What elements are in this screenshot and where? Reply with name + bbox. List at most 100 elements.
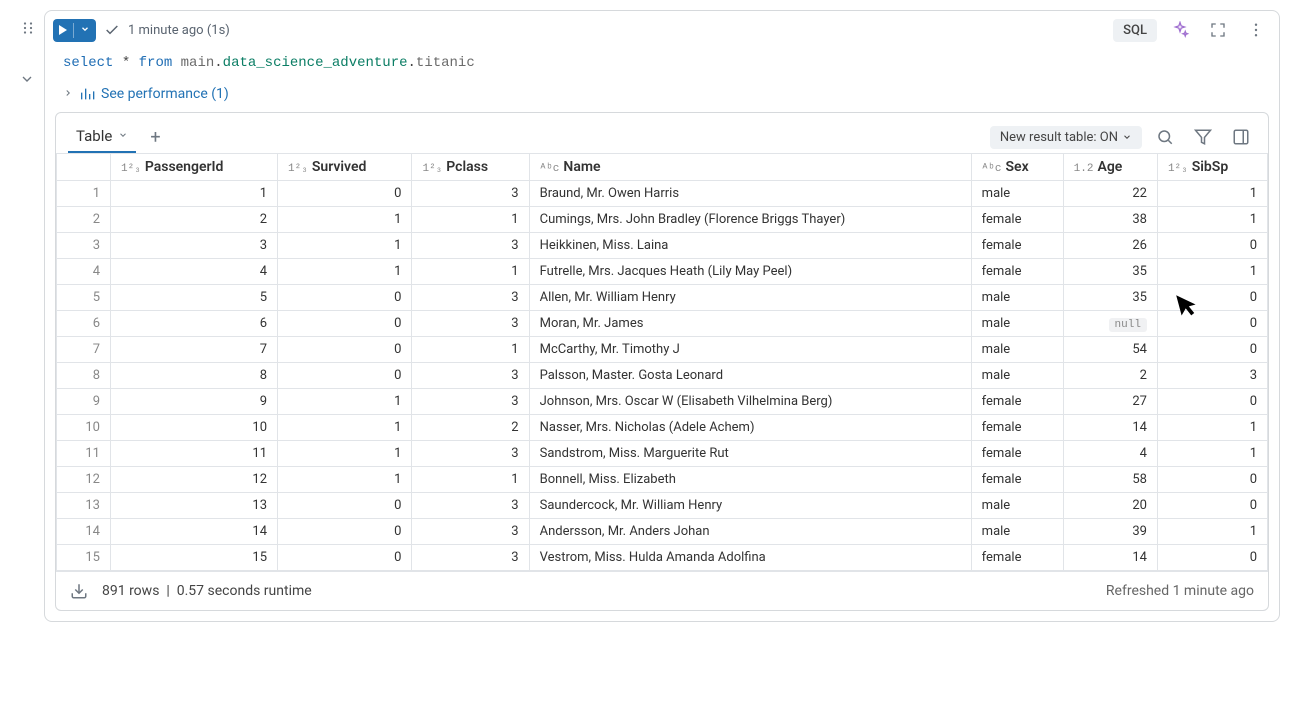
cell[interactable]: 1 bbox=[278, 207, 412, 233]
cell[interactable]: 58 bbox=[1063, 467, 1157, 493]
cell[interactable]: female bbox=[971, 389, 1063, 415]
cell[interactable]: 20 bbox=[1063, 493, 1157, 519]
cell[interactable]: Braund, Mr. Owen Harris bbox=[529, 181, 971, 207]
cell[interactable]: 1 bbox=[1157, 181, 1267, 207]
cell[interactable]: null bbox=[1063, 311, 1157, 337]
cell[interactable]: 1 bbox=[278, 467, 412, 493]
column-header[interactable]: 1²₃SibSp bbox=[1157, 154, 1267, 181]
cell[interactable]: 1 bbox=[278, 259, 412, 285]
cell[interactable]: 1 bbox=[1157, 441, 1267, 467]
table-row[interactable]: 111113Sandstrom, Miss. Marguerite Rutfem… bbox=[57, 441, 1268, 467]
drag-handle-icon[interactable] bbox=[15, 15, 41, 41]
cell[interactable]: 0 bbox=[1157, 467, 1267, 493]
cell[interactable]: male bbox=[971, 493, 1063, 519]
column-header[interactable]: 1.2Age bbox=[1063, 154, 1157, 181]
cell[interactable]: 3 bbox=[412, 519, 529, 545]
cell[interactable]: male bbox=[971, 181, 1063, 207]
cell[interactable]: 2 bbox=[111, 207, 278, 233]
cell[interactable]: 0 bbox=[1157, 285, 1267, 311]
cell[interactable]: 0 bbox=[278, 337, 412, 363]
table-row[interactable]: 101012Nasser, Mrs. Nicholas (Adele Achem… bbox=[57, 415, 1268, 441]
cell[interactable]: 1 bbox=[278, 441, 412, 467]
cell[interactable]: Moran, Mr. James bbox=[529, 311, 971, 337]
cell[interactable]: 14 bbox=[1063, 545, 1157, 571]
table-row[interactable]: 7701McCarthy, Mr. Timothy Jmale540 bbox=[57, 337, 1268, 363]
cell[interactable]: 6 bbox=[111, 311, 278, 337]
cell[interactable]: 35 bbox=[1063, 259, 1157, 285]
cell[interactable]: McCarthy, Mr. Timothy J bbox=[529, 337, 971, 363]
table-row[interactable]: 9913Johnson, Mrs. Oscar W (Elisabeth Vil… bbox=[57, 389, 1268, 415]
cell[interactable]: male bbox=[971, 363, 1063, 389]
column-header[interactable]: 1²₃PassengerId bbox=[111, 154, 278, 181]
cell[interactable]: 3 bbox=[412, 181, 529, 207]
cell[interactable]: 0 bbox=[278, 493, 412, 519]
cell[interactable]: 1 bbox=[1157, 519, 1267, 545]
cell[interactable]: 13 bbox=[111, 493, 278, 519]
table-row[interactable]: 8803Palsson, Master. Gosta Leonardmale23 bbox=[57, 363, 1268, 389]
cell[interactable]: Nasser, Mrs. Nicholas (Adele Achem) bbox=[529, 415, 971, 441]
cell[interactable]: Bonnell, Miss. Elizabeth bbox=[529, 467, 971, 493]
cell[interactable]: 1 bbox=[412, 259, 529, 285]
search-icon[interactable] bbox=[1150, 124, 1180, 150]
cell[interactable]: 3 bbox=[111, 233, 278, 259]
cell[interactable]: 0 bbox=[1157, 545, 1267, 571]
cell[interactable]: male bbox=[971, 311, 1063, 337]
column-header[interactable]: 1²₃Survived bbox=[278, 154, 412, 181]
cell[interactable]: Andersson, Mr. Anders Johan bbox=[529, 519, 971, 545]
cell[interactable]: 39 bbox=[1063, 519, 1157, 545]
cell[interactable]: 3 bbox=[412, 441, 529, 467]
cell[interactable]: 3 bbox=[412, 493, 529, 519]
cell[interactable]: Saundercock, Mr. William Henry bbox=[529, 493, 971, 519]
download-icon[interactable] bbox=[70, 582, 88, 600]
cell[interactable]: 3 bbox=[1157, 363, 1267, 389]
cell[interactable]: 1 bbox=[278, 389, 412, 415]
cell[interactable]: 7 bbox=[111, 337, 278, 363]
cell[interactable]: 38 bbox=[1063, 207, 1157, 233]
result-table-toggle[interactable]: New result table: ON bbox=[990, 126, 1142, 149]
cell[interactable]: Cumings, Mrs. John Bradley (Florence Bri… bbox=[529, 207, 971, 233]
cell[interactable]: 0 bbox=[1157, 337, 1267, 363]
cell[interactable]: 0 bbox=[278, 363, 412, 389]
cell[interactable]: 1 bbox=[1157, 259, 1267, 285]
cell[interactable]: 14 bbox=[111, 519, 278, 545]
table-row[interactable]: 2211Cumings, Mrs. John Bradley (Florence… bbox=[57, 207, 1268, 233]
cell[interactable]: 3 bbox=[412, 285, 529, 311]
cell[interactable]: 8 bbox=[111, 363, 278, 389]
cell[interactable]: 9 bbox=[111, 389, 278, 415]
cell[interactable]: 1 bbox=[111, 181, 278, 207]
cell[interactable]: 11 bbox=[111, 441, 278, 467]
cell[interactable]: Allen, Mr. William Henry bbox=[529, 285, 971, 311]
kebab-menu-icon[interactable] bbox=[1241, 17, 1271, 43]
column-header[interactable]: ᴬᵇcName bbox=[529, 154, 971, 181]
cell[interactable]: 3 bbox=[412, 545, 529, 571]
cell[interactable]: 3 bbox=[412, 233, 529, 259]
cell[interactable]: 3 bbox=[412, 389, 529, 415]
cell[interactable]: female bbox=[971, 259, 1063, 285]
cell[interactable]: Sandstrom, Miss. Marguerite Rut bbox=[529, 441, 971, 467]
table-row[interactable]: 131303Saundercock, Mr. William Henrymale… bbox=[57, 493, 1268, 519]
language-badge[interactable]: SQL bbox=[1113, 19, 1157, 42]
cell[interactable]: 0 bbox=[278, 181, 412, 207]
cell[interactable]: 3 bbox=[412, 311, 529, 337]
cell[interactable]: 0 bbox=[278, 311, 412, 337]
table-row[interactable]: 121211Bonnell, Miss. Elizabethfemale580 bbox=[57, 467, 1268, 493]
see-performance-link[interactable]: See performance (1) bbox=[45, 82, 1279, 110]
cell[interactable]: 26 bbox=[1063, 233, 1157, 259]
filter-icon[interactable] bbox=[1188, 124, 1218, 150]
table-row[interactable]: 5503Allen, Mr. William Henrymale350 bbox=[57, 285, 1268, 311]
cell[interactable]: male bbox=[971, 337, 1063, 363]
cell[interactable]: 0 bbox=[278, 519, 412, 545]
cell[interactable]: 1 bbox=[278, 233, 412, 259]
cell[interactable]: female bbox=[971, 467, 1063, 493]
table-row[interactable]: 151503Vestrom, Miss. Hulda Amanda Adolfi… bbox=[57, 545, 1268, 571]
cell[interactable]: Palsson, Master. Gosta Leonard bbox=[529, 363, 971, 389]
table-row[interactable]: 141403Andersson, Mr. Anders Johanmale391 bbox=[57, 519, 1268, 545]
cell[interactable]: 2 bbox=[412, 415, 529, 441]
cell[interactable]: 1 bbox=[1157, 207, 1267, 233]
cell[interactable]: 35 bbox=[1063, 285, 1157, 311]
result-table[interactable]: 1²₃PassengerId1²₃Survived1²₃PclassᴬᵇcNam… bbox=[56, 153, 1268, 571]
column-header[interactable]: ᴬᵇcSex bbox=[971, 154, 1063, 181]
cell[interactable]: 4 bbox=[1063, 441, 1157, 467]
cell[interactable]: 0 bbox=[1157, 233, 1267, 259]
column-header[interactable]: 1²₃Pclass bbox=[412, 154, 529, 181]
